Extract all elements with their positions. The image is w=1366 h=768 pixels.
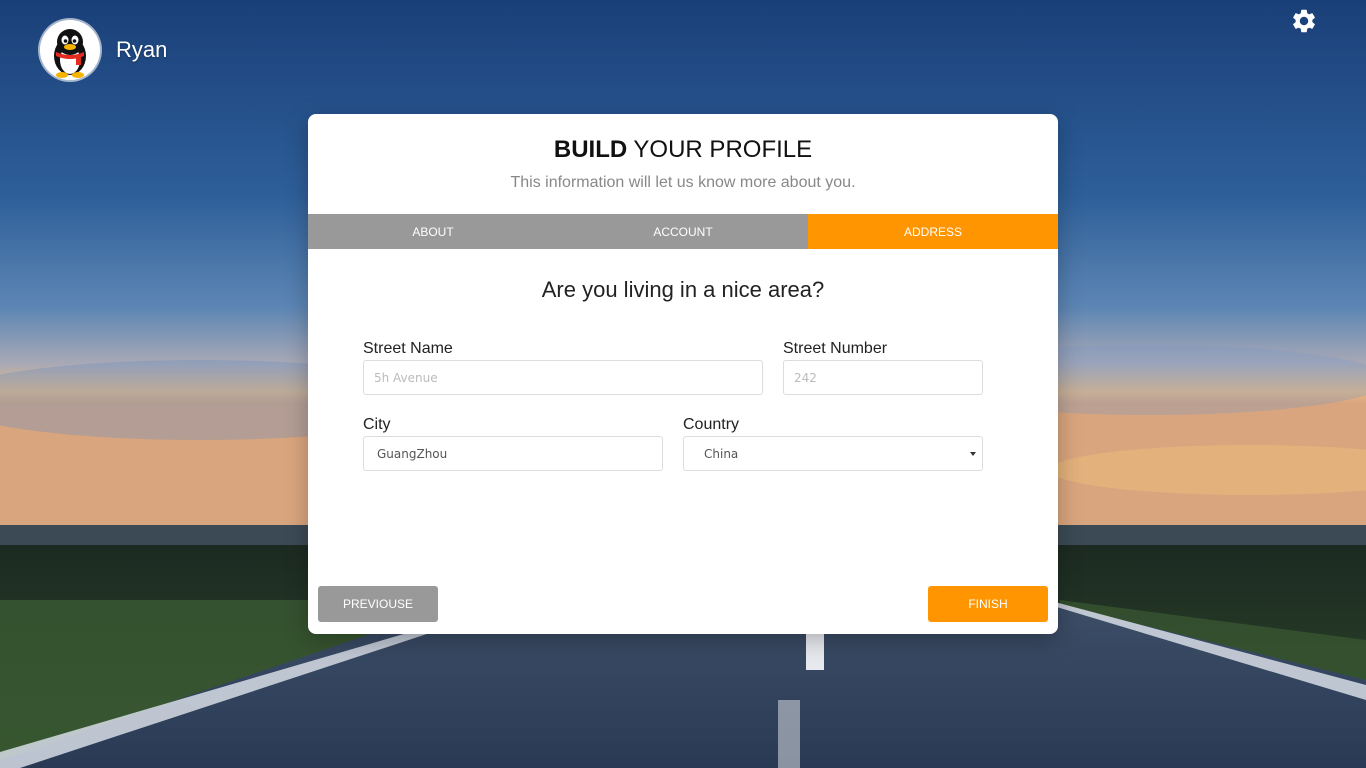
city-group: City xyxy=(363,414,663,471)
country-select[interactable]: China xyxy=(683,436,983,471)
street-number-group: Street Number xyxy=(783,338,983,395)
profile-wizard-card: BUILD YOUR PROFILE This information will… xyxy=(308,114,1058,634)
title-bold: BUILD xyxy=(553,136,628,163)
page-title: BUILD YOUR PROFILE xyxy=(308,136,1058,164)
wizard-tabs: ABOUT ACCOUNT ADDRESS xyxy=(308,214,1058,249)
country-selected-value: China xyxy=(704,446,739,461)
street-number-input[interactable] xyxy=(783,360,983,395)
finish-button[interactable]: FINISH xyxy=(928,586,1048,622)
tab-address[interactable]: ADDRESS xyxy=(808,214,1058,249)
section-question: Are you living in a nice area? xyxy=(541,277,825,302)
city-input[interactable] xyxy=(363,436,663,471)
gear-icon[interactable] xyxy=(1290,7,1318,35)
user-profile[interactable]: Ryan xyxy=(40,20,167,80)
caret-down-icon xyxy=(970,452,976,456)
previous-button[interactable]: PREVIOUSE xyxy=(318,586,438,622)
street-number-label: Street Number xyxy=(783,340,888,357)
title-rest: YOUR PROFILE xyxy=(627,136,813,163)
penguin-avatar-icon[interactable] xyxy=(40,20,100,80)
tab-about[interactable]: ABOUT xyxy=(308,214,558,249)
country-label: Country xyxy=(683,416,740,433)
street-name-label: Street Name xyxy=(363,340,453,357)
user-name: Ryan xyxy=(116,37,168,62)
tab-account[interactable]: ACCOUNT xyxy=(558,214,808,249)
street-name-group: Street Name xyxy=(363,338,763,395)
page-subtitle: This information will let us know more a… xyxy=(510,174,856,191)
street-name-input[interactable] xyxy=(363,360,763,395)
city-label: City xyxy=(363,416,391,433)
country-group: Country China xyxy=(683,414,983,471)
